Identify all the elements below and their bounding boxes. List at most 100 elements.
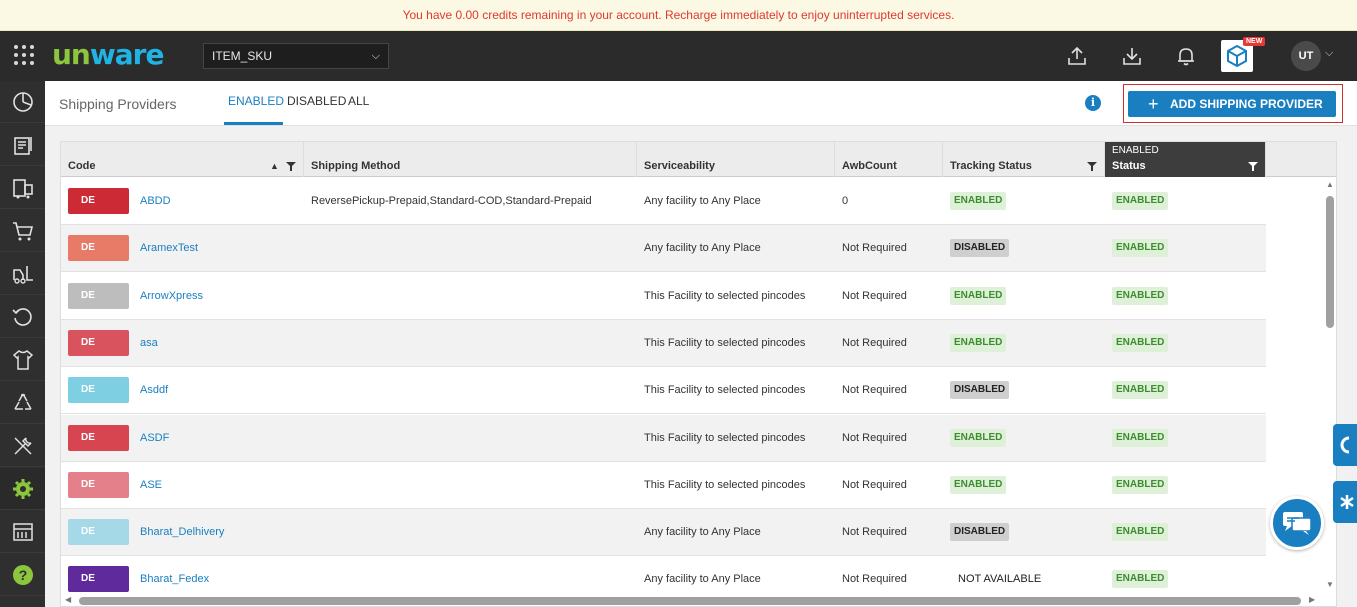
cell-serviceability: Any facility to Any Place (644, 526, 761, 539)
sidebar-item-returns[interactable] (0, 296, 45, 338)
filter-icon[interactable] (1248, 162, 1258, 171)
sidebar-item-forklift[interactable] (0, 253, 45, 295)
tracking-status-badge: NOT AVAILABLE (958, 573, 1042, 586)
provider-type-chip: DE (68, 519, 129, 546)
table-row[interactable]: DE AramexTest Any facility to Any Place Not… (61, 225, 1266, 273)
table-row[interactable]: DE ASE This Facility to selected pincodes N… (61, 462, 1266, 509)
sidebar-item-settings[interactable] (0, 468, 45, 510)
cell-awb-count: Not Required (842, 289, 907, 302)
returns-icon (11, 307, 32, 326)
tracking-status-badge: ENABLED (950, 475, 1007, 494)
credits-banner: You have 0.00 credits remaining in your … (0, 0, 1357, 31)
provider-code-link[interactable]: asa (140, 320, 158, 367)
top-bar: unware ITEM_SKU ⌵ NEW UT ⌵ (0, 31, 1357, 81)
tab-all[interactable]: ALL (348, 94, 369, 108)
provider-code-link[interactable]: ArrowXpress (140, 273, 203, 320)
provider-code-link[interactable]: ABDD (140, 178, 171, 225)
apparel-icon (12, 349, 33, 370)
plus-icon: + (1148, 94, 1159, 114)
table-row[interactable]: DE Bharat_Delhivery Any facility to Any Pl… (61, 509, 1266, 557)
cell-serviceability: This Facility to selected pincodes (644, 336, 806, 349)
asterisk-icon (1340, 495, 1354, 509)
unware-logo[interactable]: unware (52, 39, 164, 71)
scroll-left-icon[interactable]: ◀ (65, 595, 71, 604)
add-shipping-provider-button[interactable]: + ADD SHIPPING PROVIDER (1128, 91, 1336, 117)
status-badge: ENABLED (1112, 381, 1169, 400)
cell-tracking-status: ENABLED (950, 178, 1007, 225)
sidebar-item-help[interactable]: ? (0, 554, 45, 596)
scroll-right-icon[interactable]: ▶ (1309, 595, 1315, 604)
column-tracking-status[interactable]: Tracking Status (943, 142, 1105, 177)
provider-type-chip: DE (68, 424, 129, 451)
sidebar-item-shipping[interactable] (0, 167, 45, 209)
filter-icon[interactable] (286, 162, 296, 171)
active-tab-indicator (224, 122, 283, 125)
provider-code-link[interactable]: ASE (140, 462, 162, 509)
provider-code-link[interactable]: ASDF (140, 415, 169, 462)
sidebar-item-apparel[interactable] (0, 339, 45, 381)
column-serviceability[interactable]: Serviceability (637, 142, 835, 177)
sidebar-item-recycle[interactable] (0, 382, 45, 424)
provider-code-link[interactable]: Asddf (140, 367, 168, 414)
column-shipping-method[interactable]: Shipping Method (304, 142, 637, 177)
bell-icon[interactable] (1175, 45, 1197, 67)
download-icon[interactable] (1121, 45, 1143, 67)
feedback-tab[interactable] (1333, 424, 1357, 466)
svg-text:?: ? (18, 567, 27, 583)
provider-type-chip: DE (68, 282, 129, 309)
sidebar: ? (0, 81, 45, 607)
provider-type-chip: DE (68, 566, 129, 593)
cell-status: ENABLED (1112, 415, 1169, 462)
provider-code-link[interactable]: Bharat_Delhivery (140, 509, 224, 556)
vertical-scrollbar[interactable]: ▲ ▼ (1323, 178, 1336, 594)
cell-status: ENABLED (1112, 225, 1169, 272)
chevron-down-icon[interactable]: ⌵ (1325, 47, 1333, 60)
cell-status: ENABLED (1112, 320, 1169, 367)
sidebar-item-orders[interactable] (0, 124, 45, 166)
cell-awb-count: Not Required (842, 431, 907, 444)
filter-icon[interactable] (1087, 162, 1097, 171)
provider-code-link[interactable]: AramexTest (140, 225, 198, 272)
horizontal-scroll-thumb[interactable] (79, 597, 1301, 605)
tab-enabled[interactable]: ENABLED (228, 94, 284, 108)
column-code[interactable]: Code ▲ (61, 142, 304, 177)
scroll-up-icon[interactable]: ▲ (1326, 180, 1334, 189)
table-row[interactable]: DE ArrowXpress This Facility to selected p… (61, 273, 1266, 320)
chat-icon (1283, 512, 1312, 535)
table-row[interactable]: DE ABDD ReversePickup-Prepaid,Standard-COD… (61, 178, 1266, 225)
facility-select[interactable]: ITEM_SKU ⌵ (203, 43, 389, 69)
horizontal-scrollbar[interactable]: ◀ ▶ (61, 594, 1323, 606)
column-awb-count[interactable]: AwbCount (835, 142, 943, 177)
table-row[interactable]: DE Asddf This Facility to selected pincode… (61, 367, 1266, 415)
table-row[interactable]: DE asa This Facility to selected pincodes N… (61, 319, 1266, 367)
vertical-scroll-thumb[interactable] (1326, 196, 1334, 328)
upload-icon[interactable] (1066, 45, 1088, 67)
tools-tab[interactable] (1333, 481, 1357, 523)
cell-tracking-status: DISABLED (950, 509, 1010, 556)
chat-button[interactable] (1270, 496, 1324, 550)
cell-status: ENABLED (1112, 509, 1169, 556)
provider-type-chip: DE (68, 188, 129, 214)
sidebar-item-reports[interactable] (0, 511, 45, 553)
tab-disabled[interactable]: DISABLED (287, 94, 346, 108)
cell-awb-count: 0 (842, 195, 849, 207)
info-icon[interactable]: i (1085, 95, 1101, 111)
cell-tracking-status: DISABLED (950, 367, 1010, 414)
column-status[interactable]: ENABLED Status (1105, 142, 1266, 177)
add-button-label: ADD SHIPPING PROVIDER (1170, 97, 1323, 111)
sidebar-item-dashboard[interactable] (0, 81, 45, 123)
sidebar-item-cart[interactable] (0, 210, 45, 252)
settings-icon (12, 478, 33, 499)
sidebar-item-tools[interactable] (0, 425, 45, 467)
page-title: Shipping Providers (59, 96, 177, 112)
scroll-down-icon[interactable]: ▼ (1326, 580, 1334, 589)
cell-status: ENABLED (1112, 367, 1169, 414)
avatar[interactable]: UT (1291, 41, 1321, 71)
status-badge: ENABLED (1112, 239, 1169, 258)
table-row[interactable]: DE ASDF This Facility to selected pincodes… (61, 414, 1266, 462)
status-badge: ENABLED (1112, 475, 1169, 494)
sort-up-icon[interactable]: ▲ (270, 161, 279, 171)
cell-tracking-status: ENABLED (950, 462, 1007, 509)
apps-grid-icon[interactable] (14, 45, 34, 65)
cell-serviceability: This Facility to selected pincodes (644, 478, 806, 491)
